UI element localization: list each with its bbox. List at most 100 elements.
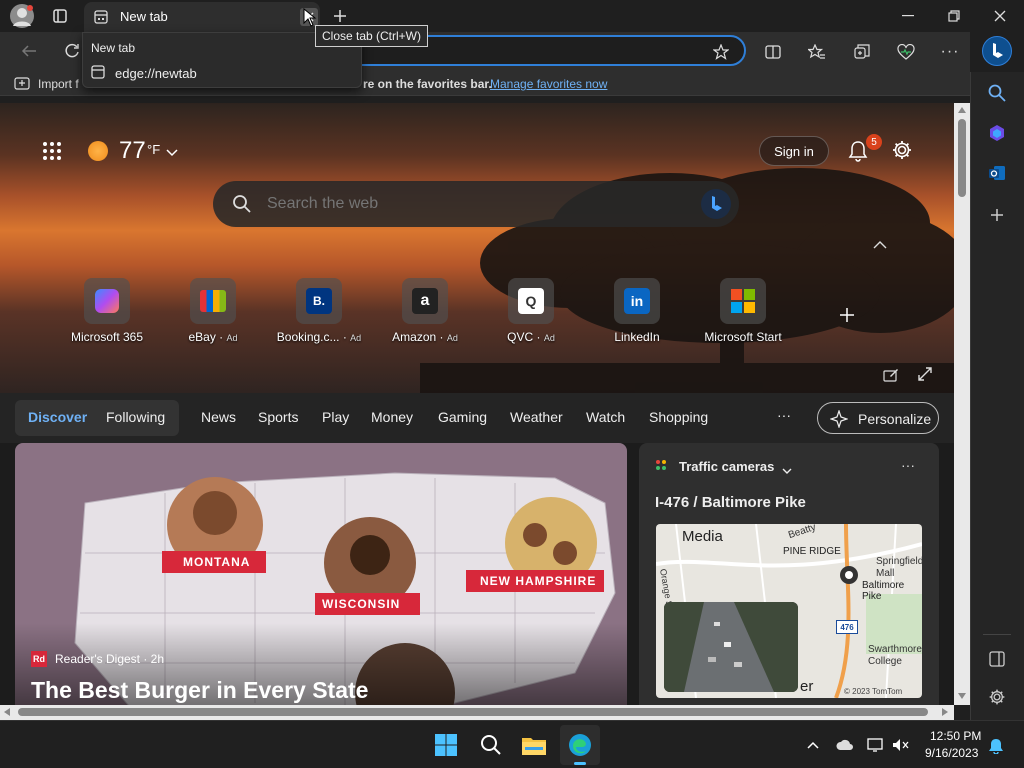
tile-label: Microsoft Start xyxy=(704,330,782,344)
tile-linkedin[interactable]: in LinkedIn xyxy=(592,278,682,344)
page-settings-gear-icon[interactable] xyxy=(890,138,914,162)
refresh-icon[interactable] xyxy=(61,40,83,62)
search-icon[interactable] xyxy=(986,82,1008,104)
horizontal-scrollbar[interactable] xyxy=(0,705,954,720)
tile-ebay[interactable]: eBay · Ad xyxy=(168,278,258,344)
nav-play[interactable]: Play xyxy=(322,409,349,425)
notification-bell-icon[interactable] xyxy=(987,737,1005,755)
scroll-left-arrow[interactable] xyxy=(4,708,10,716)
close-window-button[interactable] xyxy=(988,6,1012,26)
vertical-scrollbar[interactable] xyxy=(954,103,970,705)
copilot-icon[interactable] xyxy=(986,122,1008,144)
favorites-icon[interactable] xyxy=(806,41,828,63)
traffic-map[interactable]: Media PINE RIDGE Beatty Orange St Spring… xyxy=(656,524,922,698)
network-icon[interactable] xyxy=(867,737,885,753)
favorite-star-icon[interactable] xyxy=(710,41,732,63)
tile-amazon[interactable]: a Amazon · Ad xyxy=(380,278,470,344)
camera-location: I-476 / Baltimore Pike xyxy=(655,494,806,511)
ad-label: Ad xyxy=(446,333,458,343)
web-search-box[interactable] xyxy=(213,181,739,227)
edit-background-icon[interactable] xyxy=(882,365,900,383)
article-headline[interactable]: The Best Burger in Every State xyxy=(31,677,368,704)
traffic-cameras-card[interactable]: Traffic cameras ··· I-476 / Baltimore Pi… xyxy=(639,443,939,705)
map-label-baltimore-pike: Baltimore Pike xyxy=(862,580,905,602)
taskbar-search-icon[interactable] xyxy=(477,731,505,759)
scroll-up-arrow[interactable] xyxy=(958,107,966,113)
tile-microsoft-start[interactable]: Microsoft Start xyxy=(698,278,788,344)
favorites-bar-text: re on the favorites bar. xyxy=(363,77,492,91)
search-input[interactable] xyxy=(267,191,667,217)
new-tab-plus-icon[interactable] xyxy=(330,6,350,26)
traffic-camera-image[interactable] xyxy=(664,602,798,692)
tile-label: Microsoft 365 xyxy=(70,330,144,344)
tab-new-tab[interactable]: New tab xyxy=(84,2,320,32)
apps-grid-icon[interactable] xyxy=(42,141,62,161)
map-label-springfield-mall: Springfield Mall xyxy=(876,556,922,579)
feed-tab-group: Discover Following xyxy=(15,400,179,436)
sparkle-star-icon xyxy=(829,409,849,431)
scroll-right-arrow[interactable] xyxy=(942,708,948,716)
clock-time[interactable]: 12:50 PM xyxy=(930,729,981,743)
settings-more-icon[interactable]: ··· xyxy=(939,41,961,63)
file-explorer-icon[interactable] xyxy=(520,731,548,759)
collapse-chevron-icon[interactable] xyxy=(872,239,888,251)
expand-icon[interactable] xyxy=(916,365,934,383)
hide-sidebar-icon[interactable] xyxy=(986,648,1008,670)
nav-sports[interactable]: Sports xyxy=(258,409,298,425)
tile-booking[interactable]: B. Booking.c... · Ad xyxy=(274,278,364,344)
nav-more-button[interactable]: ··· xyxy=(777,407,791,423)
add-sidebar-app-icon[interactable] xyxy=(986,204,1008,226)
qvc-icon: Q xyxy=(518,288,544,314)
tile-microsoft-365[interactable]: Microsoft 365 xyxy=(62,278,152,344)
split-screen-icon[interactable] xyxy=(762,41,784,63)
personalize-button[interactable]: Personalize xyxy=(817,402,939,434)
import-favorites-text[interactable]: Import f xyxy=(38,77,79,91)
nav-shopping[interactable]: Shopping xyxy=(649,409,708,425)
traffic-card-title[interactable]: Traffic cameras xyxy=(679,459,774,474)
bing-copilot-icon[interactable] xyxy=(982,36,1012,66)
tab-following[interactable]: Following xyxy=(106,409,165,425)
onedrive-icon[interactable] xyxy=(836,737,854,753)
tile-qvc[interactable]: Q QVC · Ad xyxy=(486,278,576,344)
browser-essentials-icon[interactable] xyxy=(895,41,917,63)
sidebar-divider xyxy=(983,634,1011,635)
sign-in-button[interactable]: Sign in xyxy=(759,136,829,166)
feed-navigation: Discover Following News Sports Play Mone… xyxy=(0,393,954,443)
tab-title: New tab xyxy=(120,9,168,24)
clock-date[interactable]: 9/16/2023 xyxy=(925,746,978,760)
back-arrow-icon[interactable] xyxy=(18,40,40,62)
tab-actions-icon[interactable] xyxy=(50,6,70,26)
scroll-down-arrow[interactable] xyxy=(958,693,966,699)
nav-weather[interactable]: Weather xyxy=(510,409,563,425)
bing-chat-icon[interactable] xyxy=(701,189,731,219)
background-image: 77 °F Sign in 5 Search the web Microsoft… xyxy=(0,103,954,403)
highway-476-shield: 476 xyxy=(836,620,858,634)
volume-muted-icon[interactable] xyxy=(892,737,910,753)
profile-avatar[interactable] xyxy=(10,4,34,28)
article-source: Reader's Digest · 2h xyxy=(55,652,165,666)
nav-gaming[interactable]: Gaming xyxy=(438,409,487,425)
tile-label: Amazon xyxy=(392,330,437,344)
add-shortcut-plus-icon[interactable] xyxy=(836,304,858,326)
nav-money[interactable]: Money xyxy=(371,409,413,425)
horizontal-scroll-thumb[interactable] xyxy=(18,708,928,716)
nav-watch[interactable]: Watch xyxy=(586,409,625,425)
card-more-icon[interactable]: ··· xyxy=(901,457,915,473)
nav-news[interactable]: News xyxy=(201,409,236,425)
hover-card-url: edge://newtab xyxy=(115,66,197,81)
restore-button[interactable] xyxy=(942,6,966,26)
article-card[interactable]: MONTANA WISCONSIN NEW HAMPSHIRE Rd Reade… xyxy=(15,443,627,705)
microsoft-start-icon xyxy=(731,289,755,313)
minimize-button[interactable] xyxy=(896,6,920,26)
chevron-up-icon[interactable] xyxy=(805,737,821,753)
chevron-down-icon[interactable] xyxy=(782,463,792,478)
weather-widget[interactable]: 77 °F xyxy=(86,137,186,167)
manage-favorites-link[interactable]: Manage favorites now xyxy=(490,77,607,91)
windows-start-icon[interactable] xyxy=(432,731,460,759)
edge-browser-icon[interactable] xyxy=(560,725,600,765)
collections-icon[interactable] xyxy=(851,41,873,63)
tab-discover[interactable]: Discover xyxy=(28,409,87,425)
vertical-scroll-thumb[interactable] xyxy=(958,119,966,197)
outlook-icon[interactable] xyxy=(986,162,1008,184)
sidebar-settings-gear-icon[interactable] xyxy=(986,686,1008,708)
